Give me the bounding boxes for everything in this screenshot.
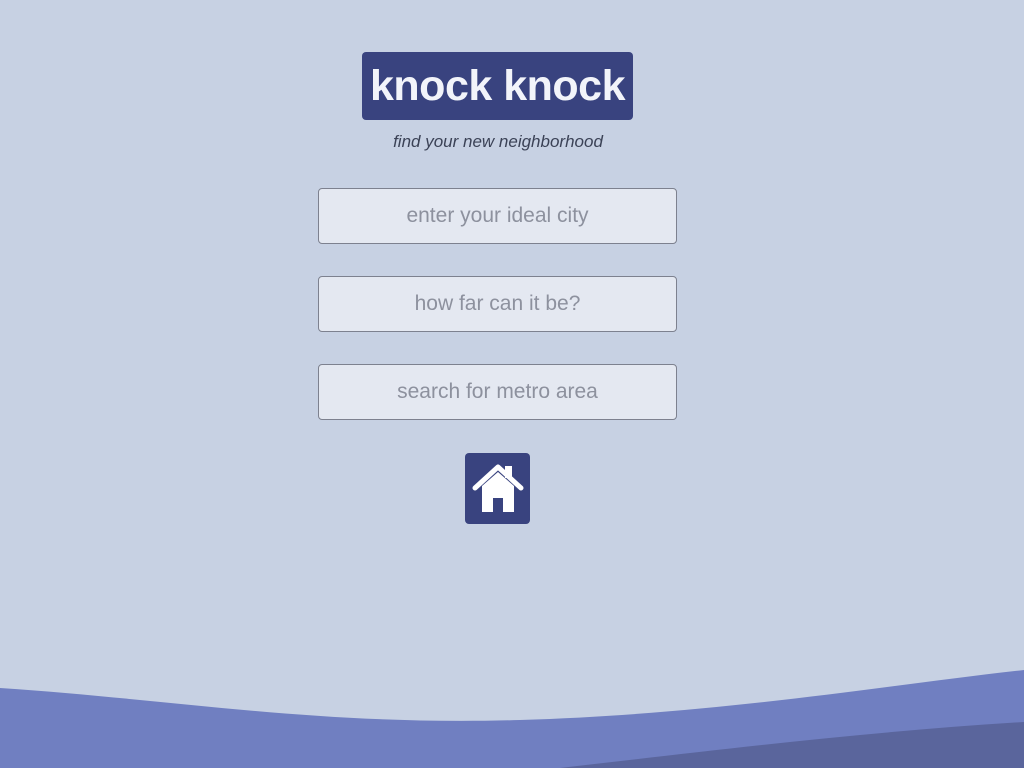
landing-page: knock knock find your new neighborhood [0, 0, 1024, 768]
tagline: find your new neighborhood [393, 132, 603, 151]
distance-input[interactable] [318, 276, 677, 332]
home-search-button[interactable] [465, 453, 530, 524]
metro-area-search-input[interactable] [318, 364, 677, 420]
logo: knock knock [362, 52, 633, 120]
logo-text: knock knock [370, 61, 626, 110]
home-icon [472, 462, 524, 516]
city-input[interactable] [318, 188, 677, 244]
